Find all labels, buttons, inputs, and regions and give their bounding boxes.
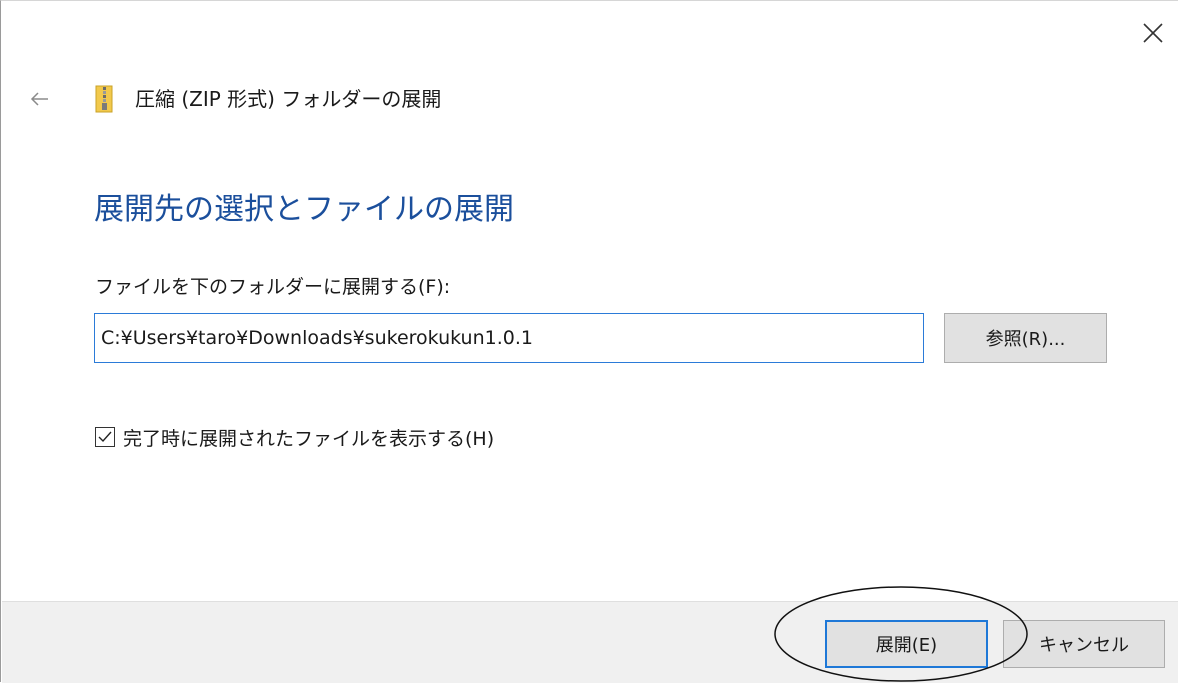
show-files-checkbox-row[interactable]: 完了時に展開されたファイルを表示する(H) (95, 423, 494, 451)
destination-label: ファイルを下のフォルダーに展開する(F): (95, 276, 451, 298)
close-icon (1143, 23, 1163, 43)
zip-folder-icon (95, 85, 113, 113)
close-button[interactable] (1139, 19, 1167, 47)
destination-path-input[interactable] (94, 313, 924, 363)
window-title: 圧縮 (ZIP 形式) フォルダーの展開 (135, 87, 442, 111)
show-files-label: 完了時に展開されたファイルを表示する(H) (123, 427, 495, 450)
back-button[interactable] (29, 88, 51, 110)
show-files-checkbox[interactable] (95, 427, 115, 447)
arrow-left-icon (30, 92, 48, 106)
extract-button[interactable]: 展開(E) (825, 620, 988, 668)
browse-button[interactable]: 参照(R)... (944, 313, 1107, 363)
checkmark-icon (98, 431, 112, 443)
page-heading: 展開先の選択とファイルの展開 (94, 192, 514, 227)
extract-zip-dialog: 圧縮 (ZIP 形式) フォルダーの展開 展開先の選択とファイルの展開 ファイル… (0, 0, 1178, 683)
cancel-button[interactable]: キャンセル (1003, 620, 1165, 668)
dialog-footer (2, 601, 1178, 683)
